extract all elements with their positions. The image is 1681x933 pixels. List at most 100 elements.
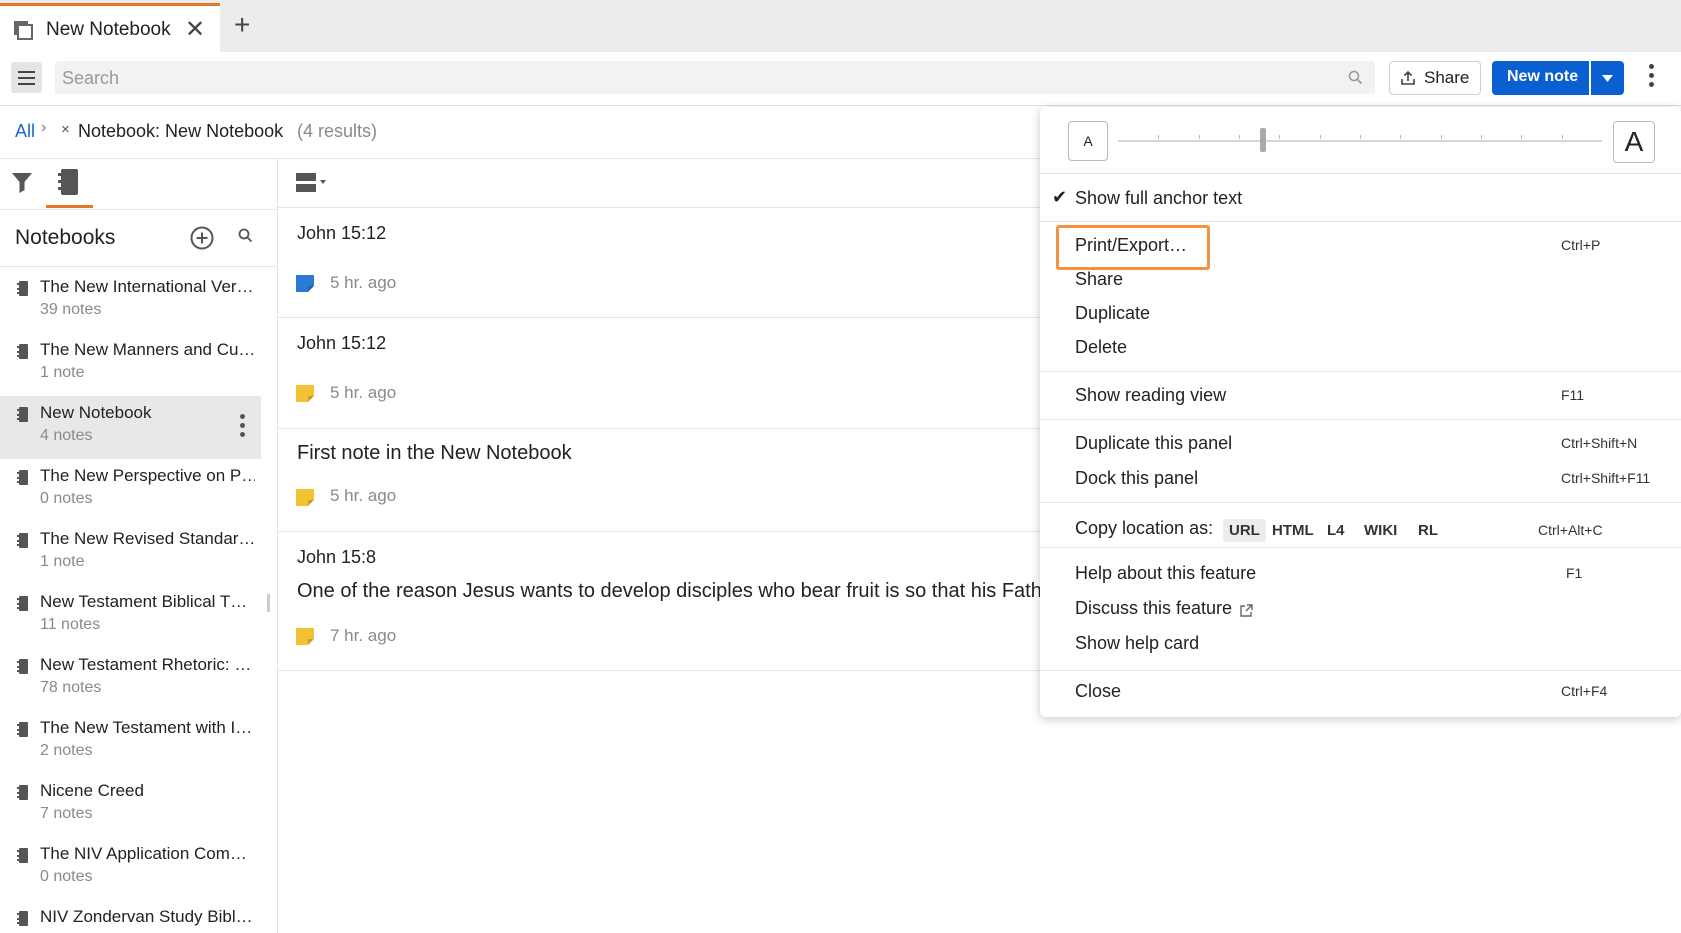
menu-divider: [1040, 547, 1681, 548]
notebook-name: The New Perspective on P…: [40, 466, 255, 485]
menu-show-anchor-text[interactable]: Show full anchor text: [1075, 188, 1242, 209]
sidebar-item-notebook[interactable]: The New Revised Standar… 1 note: [0, 522, 277, 585]
menu-print-export[interactable]: Print/Export…: [1075, 235, 1187, 256]
search-input[interactable]: Search: [55, 61, 1375, 94]
notebook-name: Nicene Creed: [40, 781, 144, 800]
menu-show-reading-view[interactable]: Show reading view: [1075, 385, 1226, 406]
slider-tick: [1441, 135, 1442, 139]
add-tab-icon[interactable]: +: [234, 9, 250, 41]
sidebar-item-notebook[interactable]: Nicene Creed 7 notes: [0, 774, 277, 837]
menu-copy-location-label: Copy location as:: [1075, 518, 1214, 538]
panel-menu-popup: A A ✔ Show full anchor text Print/Export…: [1040, 107, 1681, 717]
note-body: One of the reason Jesus wants to develop…: [297, 580, 1042, 602]
new-note-button[interactable]: New note: [1492, 61, 1589, 95]
add-notebook-icon[interactable]: [190, 226, 214, 250]
notebook-list: The New International Ver… 39 notes The Ne…: [0, 270, 277, 933]
close-tab-icon[interactable]: ✕: [185, 15, 205, 44]
filter-icon[interactable]: [12, 173, 32, 193]
external-link-icon: [1240, 604, 1253, 617]
notebook-note-count: 0 notes: [40, 868, 93, 885]
menu-divider: [1040, 670, 1681, 671]
notebooks-sidebar: Notebooks The New International Ver… 39 n…: [0, 159, 278, 933]
shortcut-close: Ctrl+F4: [1561, 683, 1608, 699]
menu-help-feature[interactable]: Help about this feature: [1075, 563, 1256, 584]
notebook-note-count: 1 note: [40, 553, 85, 570]
breadcrumb-all-link[interactable]: All: [15, 121, 35, 142]
menu-share[interactable]: Share: [1075, 269, 1123, 290]
font-size-slider-thumb[interactable]: [1260, 128, 1266, 152]
note-time: 5 hr. ago: [330, 486, 397, 505]
note-flag-icon: [296, 628, 314, 645]
more-options-icon[interactable]: [1646, 64, 1656, 92]
notebook-more-icon[interactable]: [240, 414, 246, 441]
share-button[interactable]: Share: [1389, 61, 1481, 95]
slider-tick: [1562, 135, 1563, 139]
menu-divider: [1040, 173, 1681, 174]
copy-option-wiki[interactable]: WIKI: [1358, 519, 1403, 542]
sidebar-item-notebook[interactable]: New Notebook 4 notes: [0, 396, 261, 459]
notebook-name: New Testament Rhetoric: …: [40, 655, 252, 674]
notebook-note-count: 4 notes: [40, 427, 93, 444]
tab-title: New Notebook: [46, 19, 171, 40]
remove-filter-icon[interactable]: ×: [61, 121, 70, 138]
notebooks-tab[interactable]: [46, 159, 93, 208]
slider-tick: [1199, 135, 1200, 139]
sidebar-item-notebook[interactable]: The New Perspective on P… 0 notes: [0, 459, 277, 522]
copy-option-url[interactable]: URL: [1223, 519, 1266, 542]
view-options-icon[interactable]: [296, 173, 328, 193]
sidebar-item-notebook[interactable]: The New Testament with I… 2 notes: [0, 711, 277, 774]
search-placeholder: Search: [62, 68, 120, 88]
notebook-name: The New Testament with I…: [40, 718, 253, 737]
notebook-name: The NIV Application Com…: [40, 844, 247, 863]
sidebar-item-notebook[interactable]: New Testament Rhetoric: … 78 notes: [0, 648, 277, 711]
sidebar-item-notebook[interactable]: The NIV Application Com… 0 notes: [0, 837, 277, 900]
increase-font-size-button[interactable]: A: [1613, 121, 1655, 163]
copy-option-l4[interactable]: L4: [1321, 519, 1351, 542]
menu-discuss-feature[interactable]: Discuss this feature: [1075, 598, 1232, 619]
menu-close[interactable]: Close: [1075, 681, 1121, 702]
hamburger-menu-button[interactable]: [11, 62, 42, 93]
slider-tick: [1158, 135, 1159, 139]
notebook-note-count: 78 notes: [40, 679, 102, 696]
breadcrumb-chevron-icon: ›: [41, 119, 47, 136]
menu-duplicate[interactable]: Duplicate: [1075, 303, 1150, 324]
menu-dock-panel[interactable]: Dock this panel: [1075, 468, 1198, 489]
sidebar-item-notebook[interactable]: New Testament Biblical T… 11 notes: [0, 585, 277, 648]
notebook-icon: [17, 911, 28, 926]
notebook-icon: [17, 470, 28, 485]
note-time: 7 hr. ago: [330, 626, 397, 645]
sidebar-item-notebook[interactable]: NIV Zondervan Study Bibl…: [0, 900, 277, 933]
menu-show-help-card[interactable]: Show help card: [1075, 633, 1199, 654]
share-label: Share: [1424, 68, 1470, 87]
new-note-label: New note: [1507, 68, 1579, 85]
menu-divider: [1040, 419, 1681, 420]
slider-tick: [1481, 135, 1482, 139]
copy-option-html[interactable]: HTML: [1266, 519, 1320, 542]
notebook-icon: [58, 169, 78, 195]
notebook-name: NIV Zondervan Study Bibl…: [40, 907, 253, 926]
notebook-name: The New International Ver…: [40, 277, 254, 296]
decrease-font-size-button[interactable]: A: [1068, 121, 1108, 161]
note-title: John 15:12: [297, 333, 387, 353]
new-note-dropdown-button[interactable]: [1591, 61, 1624, 95]
notebook-icon: [17, 722, 28, 737]
checkmark-icon: ✔: [1052, 187, 1068, 207]
menu-duplicate-panel[interactable]: Duplicate this panel: [1075, 433, 1232, 454]
caret-down-icon: [1602, 75, 1613, 82]
slider-tick: [1400, 135, 1401, 139]
tab-new-notebook[interactable]: New Notebook ✕: [0, 3, 220, 52]
sidebar-scrollbar[interactable]: [267, 594, 270, 612]
notebook-icon: [17, 785, 28, 800]
notebook-icon: [17, 596, 28, 611]
sidebar-item-notebook[interactable]: The New International Ver… 39 notes: [0, 270, 277, 333]
notebook-name: New Notebook: [40, 403, 152, 422]
menu-delete[interactable]: Delete: [1075, 337, 1127, 358]
sidebar-item-notebook[interactable]: The New Manners and Cu… 1 note: [0, 333, 277, 396]
shortcut-reading-view: F11: [1561, 387, 1585, 403]
notebooks-title: Notebooks: [15, 226, 116, 249]
search-notebooks-icon[interactable]: [238, 228, 253, 243]
copy-option-rl[interactable]: RL: [1412, 519, 1444, 542]
tab-bar: New Notebook ✕ +: [0, 0, 1681, 52]
font-size-slider[interactable]: [1118, 128, 1602, 152]
menu-divider: [1040, 221, 1681, 222]
